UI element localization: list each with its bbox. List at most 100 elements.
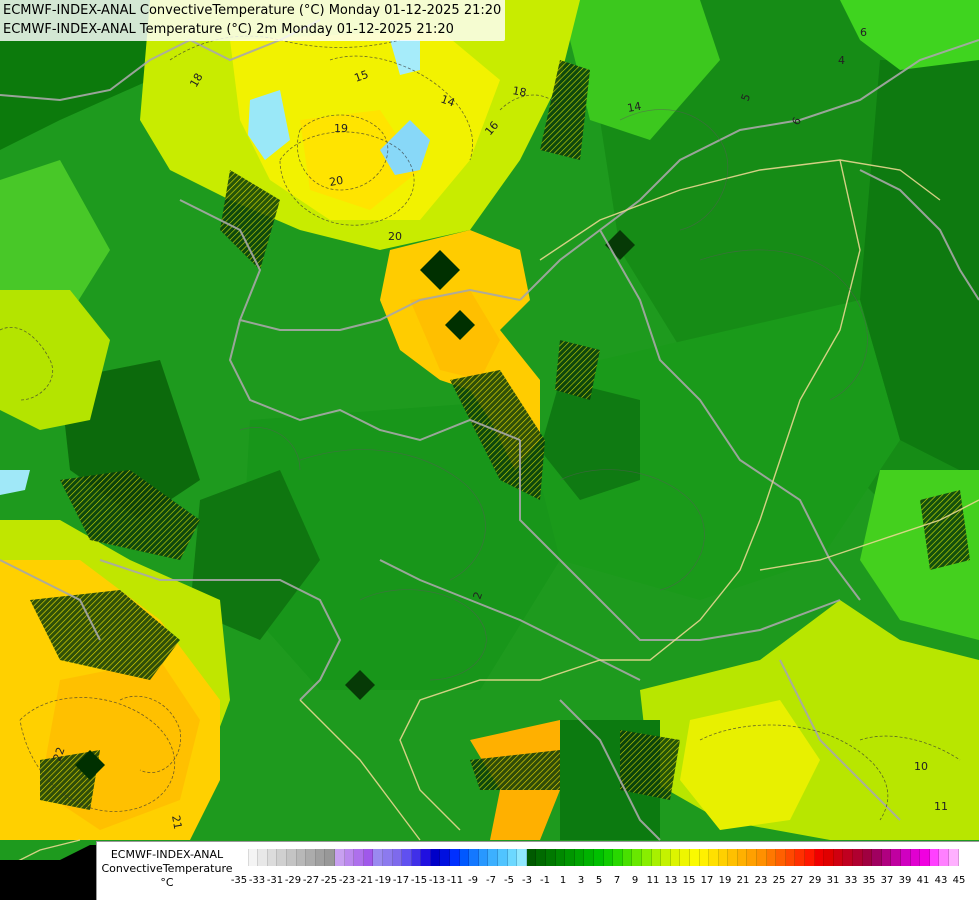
legend-swatch <box>344 849 355 866</box>
legend-label: 5 <box>595 875 603 886</box>
legend-label: 29 <box>808 875 822 886</box>
legend-swatch <box>728 849 738 866</box>
legend-swatch <box>258 849 268 866</box>
legend-swatch <box>306 849 316 866</box>
legend-swatch <box>785 849 796 866</box>
hatch-zone-7 <box>620 730 680 800</box>
contour-label-20a: 20 <box>328 174 344 189</box>
legend-swatch <box>824 849 834 866</box>
legend-label: -35 <box>230 875 248 886</box>
legend-swatch <box>555 849 566 866</box>
legend-swatch <box>757 849 767 866</box>
legend-swatch <box>891 849 901 866</box>
weather-map: 18 15 14 18 19 20 16 14 20 5 6 4 22 21 1… <box>0 0 979 900</box>
legend-swatch <box>641 849 652 866</box>
legend-swatch <box>939 849 949 866</box>
legend-label: 17 <box>700 875 714 886</box>
legend-label: 45 <box>952 875 966 886</box>
contour-label-21: 21 <box>169 814 184 830</box>
legend-label: 15 <box>682 875 696 886</box>
legend-swatch <box>440 849 451 866</box>
legend-swatch <box>469 849 479 866</box>
contour-label-6b: 6 <box>860 26 867 39</box>
legend-swatch <box>382 849 393 866</box>
legend-swatch <box>689 849 700 866</box>
legend-swatch <box>872 849 882 866</box>
legend-label: -7 <box>486 875 496 886</box>
legend-label: -13 <box>428 875 446 886</box>
legend-label: 21 <box>736 875 750 886</box>
legend-swatch <box>286 849 297 866</box>
legend-swatch <box>910 849 921 866</box>
legend-swatch <box>517 849 527 866</box>
legend-title: ECMWF-INDEX-ANAL ConvectiveTemperature °… <box>99 848 235 890</box>
color-legend: ECMWF-INDEX-ANAL ConvectiveTemperature °… <box>96 841 979 900</box>
legend-swatch <box>929 849 940 866</box>
legend-swatch <box>315 849 326 866</box>
legend-label: 27 <box>790 875 804 886</box>
legend-swatch <box>536 849 546 866</box>
legend-swatch <box>546 849 556 866</box>
contour-label-18b: 18 <box>511 84 527 99</box>
contour-label-11: 11 <box>934 800 948 813</box>
legend-label: -31 <box>266 875 284 886</box>
legend-swatch <box>747 849 758 866</box>
title-line-2: ECMWF-INDEX-ANAL Temperature (°C) 2m Mon… <box>3 22 454 37</box>
contour-label-4: 4 <box>838 54 845 67</box>
legend-label: -23 <box>338 875 356 886</box>
legend-swatch <box>421 849 431 866</box>
legend-swatch <box>776 849 786 866</box>
legend-swatch <box>709 849 719 866</box>
legend-swatch <box>373 849 383 866</box>
legend-title-line-2: ConvectiveTemperature <box>101 862 233 875</box>
legend-label: -29 <box>284 875 302 886</box>
legend-label: -27 <box>302 875 320 886</box>
legend-swatch <box>430 849 441 866</box>
legend-swatch <box>450 849 460 866</box>
legend-swatch <box>478 849 489 866</box>
legend-label: 41 <box>916 875 930 886</box>
legend-swatch <box>613 849 623 866</box>
legend-swatch <box>900 849 911 866</box>
legend-swatch <box>325 849 335 866</box>
legend-swatch <box>411 849 422 866</box>
legend-label: 9 <box>631 875 639 886</box>
legend-swatch <box>853 849 863 866</box>
legend-label: 19 <box>718 875 732 886</box>
legend-swatch <box>565 849 575 866</box>
legend-swatch <box>680 849 690 866</box>
legend-swatch <box>248 849 259 866</box>
legend-swatch <box>334 849 345 866</box>
legend-label: -21 <box>356 875 374 886</box>
contour-label-14b: 14 <box>626 100 642 115</box>
legend-swatch <box>651 849 662 866</box>
legend-swatch <box>354 849 364 866</box>
map-canvas: 18 15 14 18 19 20 16 14 20 5 6 4 22 21 1… <box>0 0 979 900</box>
legend-swatch <box>699 849 710 866</box>
legend-swatch <box>805 849 815 866</box>
contour-label-20b: 20 <box>388 230 402 243</box>
legend-label: 13 <box>664 875 678 886</box>
legend-swatch <box>814 849 825 866</box>
legend-swatch <box>296 849 307 866</box>
legend-swatch <box>526 849 537 866</box>
legend-swatch <box>498 849 508 866</box>
legend-label: -15 <box>410 875 428 886</box>
legend-swatch <box>881 849 892 866</box>
legend-swatch <box>363 849 374 866</box>
legend-label: -19 <box>374 875 392 886</box>
legend-label: -25 <box>320 875 338 886</box>
legend-label: 37 <box>880 875 894 886</box>
legend-label: 1 <box>559 875 567 886</box>
contour-label-10: 10 <box>914 760 928 773</box>
legend-swatch <box>392 849 403 866</box>
contour-label-19: 19 <box>334 122 348 135</box>
legend-title-line-1: ECMWF-INDEX-ANAL <box>110 848 224 861</box>
legend-label: -11 <box>446 875 464 886</box>
legend-swatch <box>862 849 873 866</box>
legend-swatch <box>402 849 412 866</box>
map-title: ECMWF-INDEX-ANAL ConvectiveTemperature (… <box>0 0 506 41</box>
legend-swatch <box>459 849 470 866</box>
legend-swatch <box>239 849 249 866</box>
legend-label: 25 <box>772 875 786 886</box>
